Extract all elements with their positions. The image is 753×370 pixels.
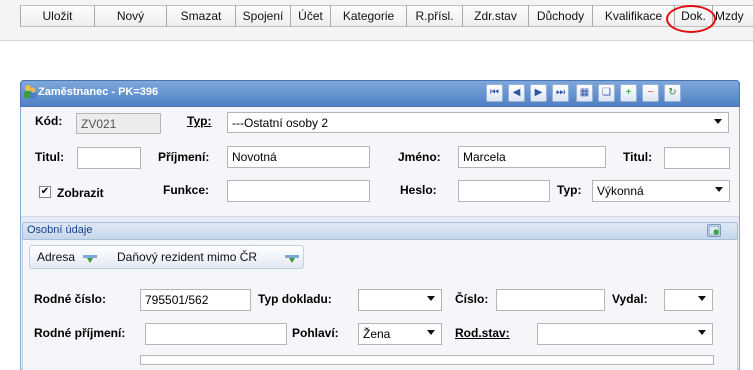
chevron-down-icon bbox=[715, 187, 723, 192]
pensions-button[interactable]: Důchody bbox=[528, 5, 592, 27]
delete-button[interactable]: Smazat bbox=[166, 5, 235, 27]
first-record-icon[interactable]: ⏮ bbox=[486, 84, 503, 102]
function-label: Funkce: bbox=[163, 183, 210, 197]
window-title: Zaměstnanec - PK=396 bbox=[38, 86, 159, 98]
delete-record-icon[interactable]: − bbox=[642, 84, 659, 102]
new-button[interactable]: Nový bbox=[94, 5, 166, 27]
last-record-icon[interactable]: ⏭ bbox=[552, 84, 569, 102]
personal-data-header[interactable] bbox=[22, 222, 738, 240]
display-label: Zobrazit bbox=[57, 186, 104, 200]
firstname-label: Jméno: bbox=[398, 150, 441, 164]
gender-select-value: Žena bbox=[363, 327, 391, 341]
title-after-field[interactable] bbox=[664, 147, 730, 169]
type2-select[interactable]: Výkonná bbox=[592, 180, 730, 202]
birth-number-label: Rodné číslo: bbox=[34, 292, 107, 306]
type2-select-value: Výkonná bbox=[597, 184, 644, 198]
number-field[interactable] bbox=[496, 289, 605, 311]
chevron-down-icon bbox=[427, 296, 435, 301]
type-select[interactable]: ---Ostatní osoby 2 bbox=[227, 112, 729, 133]
type-select-value: ---Ostatní osoby 2 bbox=[232, 116, 329, 130]
personal-data-title: Osobní údaje bbox=[27, 224, 93, 236]
birth-surname-label: Rodné příjmení: bbox=[34, 326, 126, 340]
qualification-button[interactable]: Kvalifikace bbox=[592, 5, 674, 27]
title-field[interactable] bbox=[77, 147, 141, 169]
number-label: Číslo: bbox=[455, 292, 489, 306]
code-label: Kód: bbox=[35, 114, 63, 128]
display-checkbox[interactable]: ✔ bbox=[39, 186, 51, 198]
copy-record-icon[interactable]: ❏ bbox=[598, 84, 615, 102]
password-field[interactable] bbox=[458, 180, 550, 202]
arrow-down-icon bbox=[285, 253, 299, 263]
address-tab[interactable]: Adresa bbox=[37, 250, 75, 264]
edit-record-icon[interactable]: ▦ bbox=[576, 84, 593, 102]
surname-label: Příjmení: bbox=[158, 150, 210, 164]
previous-record-icon[interactable]: ◀ bbox=[508, 84, 525, 102]
connection-button[interactable]: Spojení bbox=[235, 5, 290, 27]
chevron-down-icon bbox=[714, 119, 722, 124]
users-icon bbox=[24, 84, 37, 100]
category-button[interactable]: Kategorie bbox=[330, 5, 406, 27]
birth-surname-field[interactable] bbox=[145, 323, 287, 345]
issued-by-select[interactable] bbox=[664, 289, 713, 311]
birth-number-field[interactable]: 795501/562 bbox=[140, 289, 251, 311]
document-type-label: Typ dokladu: bbox=[258, 292, 332, 306]
marital-status-label: Rod.stav: bbox=[455, 326, 510, 340]
issued-by-label: Vydal: bbox=[612, 292, 648, 306]
chevron-down-icon bbox=[698, 330, 706, 335]
title-after-label: Titul: bbox=[623, 150, 653, 164]
tax-resident-tab[interactable]: Daňový rezident mimo ČR bbox=[117, 250, 257, 264]
relatives-button[interactable]: R.přísl. bbox=[406, 5, 462, 27]
title-label: Titul: bbox=[35, 150, 65, 164]
save-button[interactable]: Uložit bbox=[20, 5, 94, 27]
password-label: Heslo: bbox=[400, 183, 437, 197]
health-status-button[interactable]: Zdr.stav bbox=[462, 5, 528, 27]
code-field[interactable]: ZV021 bbox=[76, 113, 161, 134]
surname-field[interactable]: Novotná bbox=[227, 146, 370, 168]
account-button[interactable]: Účet bbox=[290, 5, 330, 27]
document-type-select[interactable] bbox=[358, 289, 442, 311]
highlight-circle bbox=[666, 5, 716, 33]
wages-button[interactable]: Mzdy bbox=[712, 5, 753, 27]
gender-label: Pohlaví: bbox=[292, 326, 339, 340]
chevron-down-icon bbox=[698, 296, 706, 301]
type2-label: Typ: bbox=[557, 183, 582, 197]
add-icon[interactable] bbox=[707, 224, 721, 237]
next-record-icon[interactable]: ▶ bbox=[530, 84, 547, 102]
arrow-down-icon bbox=[83, 253, 97, 263]
firstname-field[interactable]: Marcela bbox=[458, 146, 606, 168]
function-field[interactable] bbox=[227, 180, 370, 202]
type-label: Typ: bbox=[187, 114, 212, 128]
chevron-down-icon bbox=[427, 330, 435, 335]
gender-select[interactable]: Žena bbox=[358, 323, 442, 345]
add-record-icon[interactable]: + bbox=[620, 84, 637, 102]
next-field-partial[interactable] bbox=[140, 355, 714, 365]
marital-status-select[interactable] bbox=[537, 323, 713, 345]
refresh-icon[interactable]: ↻ bbox=[664, 84, 681, 102]
